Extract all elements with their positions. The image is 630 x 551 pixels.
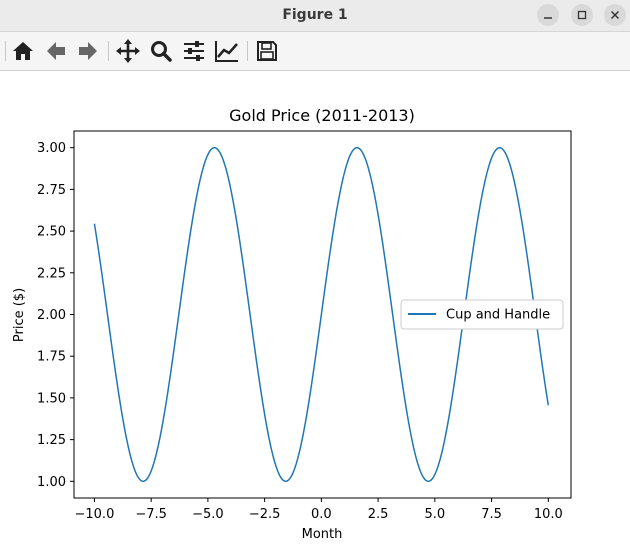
- y-tick-label: 1.00: [37, 475, 66, 490]
- home-icon: [13, 42, 33, 60]
- window-titlebar: Figure 1: [0, 0, 630, 32]
- pan-button[interactable]: [113, 36, 143, 66]
- maximize-button[interactable]: [571, 4, 593, 26]
- y-tick-label: 2.75: [37, 183, 66, 198]
- x-tick-label: 10.0: [534, 507, 563, 522]
- figure-canvas[interactable]: Gold Price (2011-2013) −10.0 −7.5 −5.0 −2.5…: [0, 71, 630, 547]
- minimize-button[interactable]: [537, 4, 559, 26]
- minimize-icon: [544, 17, 552, 19]
- y-tick-label: 3.00: [37, 141, 66, 156]
- legend-label-cup-and-handle: Cup and Handle: [446, 308, 550, 323]
- save-button[interactable]: [252, 36, 282, 66]
- x-tick-label: 5.0: [424, 507, 445, 522]
- x-tick-label: 7.5: [481, 507, 502, 522]
- move-icon: [116, 39, 140, 63]
- forward-button[interactable]: [73, 36, 103, 66]
- line-chart[interactable]: Gold Price (2011-2013) −10.0 −7.5 −5.0 −2.5…: [0, 71, 630, 547]
- y-tick-label: 2.50: [37, 225, 66, 240]
- window-title: Figure 1: [282, 7, 348, 23]
- home-button[interactable]: [8, 36, 38, 66]
- y-axis: 1.00 1.25 1.50 1.75 2.00 2.25 2.50 2.75 3.00: [37, 141, 74, 490]
- back-button[interactable]: [41, 36, 71, 66]
- x-tick-label: 2.5: [368, 507, 389, 522]
- arrow-left-icon: [47, 42, 65, 60]
- y-tick-label: 2.25: [37, 266, 66, 281]
- customize-button[interactable]: [212, 36, 242, 66]
- close-button[interactable]: [604, 4, 626, 26]
- arrow-right-icon: [79, 42, 97, 60]
- close-icon: [610, 10, 620, 20]
- y-tick-label: 2.00: [37, 308, 66, 323]
- x-tick-label: 0.0: [311, 507, 332, 522]
- save-icon: [257, 41, 277, 61]
- navigation-toolbar: [0, 32, 630, 71]
- y-axis-label: Price ($): [12, 288, 27, 342]
- toolbar-separator: [5, 41, 6, 61]
- x-tick-label: −2.5: [249, 507, 281, 522]
- subplots-button[interactable]: [179, 36, 209, 66]
- magnifier-icon: [151, 41, 172, 62]
- zoom-button[interactable]: [146, 36, 176, 66]
- y-tick-label: 1.25: [37, 433, 66, 448]
- x-tick-label: −7.5: [135, 507, 167, 522]
- x-tick-label: −5.0: [192, 507, 224, 522]
- x-axis: −10.0 −7.5 −5.0 −2.5 0.0 2.5 5.0 7.5 10.0: [75, 498, 563, 522]
- chart-title: Gold Price (2011-2013): [229, 106, 415, 125]
- x-axis-label: Month: [302, 527, 343, 542]
- maximize-icon: [577, 10, 587, 20]
- sliders-icon: [184, 41, 204, 61]
- x-tick-label: −10.0: [75, 507, 115, 522]
- y-tick-label: 1.50: [37, 391, 66, 406]
- y-tick-label: 1.75: [37, 350, 66, 365]
- toolbar-separator: [247, 41, 248, 61]
- line-chart-icon: [215, 41, 238, 62]
- toolbar-separator: [108, 41, 109, 61]
- legend: Cup and Handle: [400, 299, 564, 330]
